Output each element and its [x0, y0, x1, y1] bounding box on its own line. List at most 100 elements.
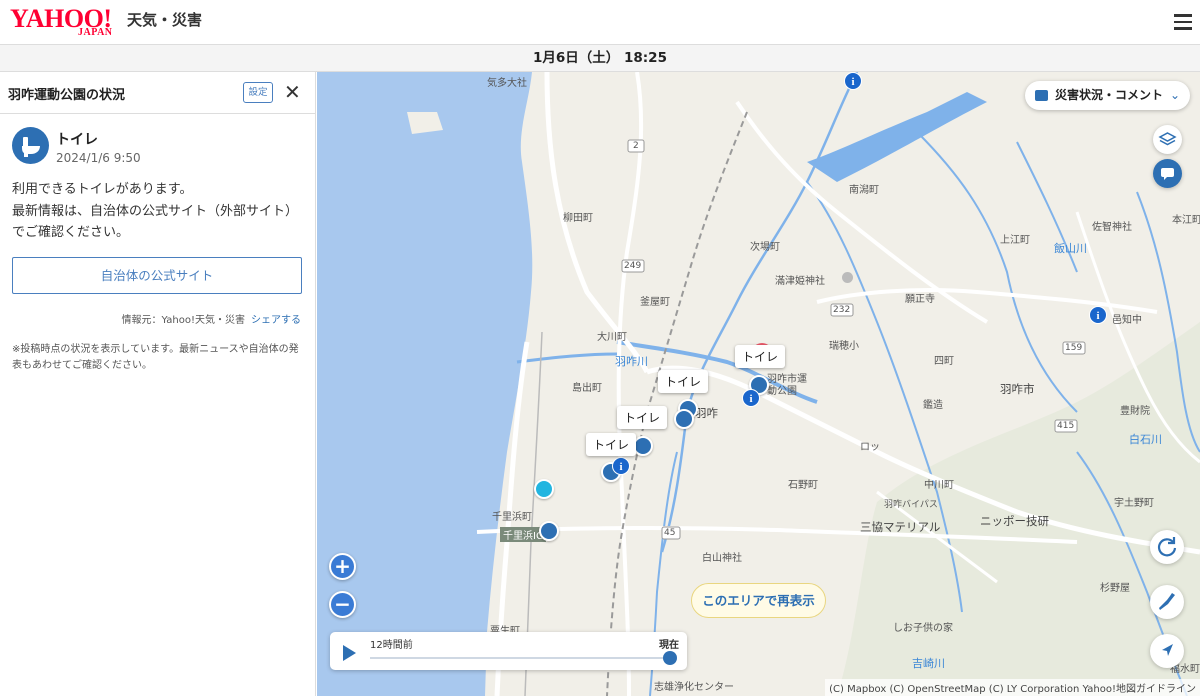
datetime-bar: 1月6日（土） 18:25 [0, 45, 1200, 72]
timeline-track[interactable] [370, 657, 670, 659]
label-ishino: 石野町 [788, 480, 818, 491]
facility-description: 利用できるトイレがあります。 最新情報は、自治体の公式サイト（外部サイト）でご確… [12, 179, 308, 244]
location-arrow-icon [1162, 644, 1173, 656]
toilet-pin[interactable] [539, 521, 559, 541]
label-motoe: 本江町 [1172, 215, 1200, 226]
reshow-area-button[interactable]: このエリアで再表示 [691, 583, 826, 618]
label-roku: ロッ [860, 442, 880, 453]
refresh-button[interactable] [1150, 530, 1184, 564]
label-kaiya: 鑑造 [923, 400, 943, 411]
label-kitaota: 気多大社 [487, 78, 527, 89]
layers-icon [1158, 132, 1177, 146]
close-icon[interactable]: ✕ [284, 80, 301, 104]
yahoo-logo-sub: JAPAN [78, 27, 113, 38]
label-sugino: 杉野屋 [1100, 583, 1130, 594]
play-icon[interactable] [339, 643, 359, 663]
disclaimer-note: ※投稿時点の状況を表示しています。最新ニュースや自治体の発表もあわせてご確認くだ… [12, 344, 299, 371]
label-uwano: 宇土野町 [1114, 498, 1154, 509]
label-shirai: 白石川 [1129, 433, 1162, 446]
route-2: 2 [633, 141, 639, 151]
refresh-icon [1157, 537, 1177, 557]
label-hakui-park: 羽咋市運動公園 [767, 374, 807, 397]
timeline-start-label: 12時間前 [370, 640, 413, 651]
info-icon[interactable]: i [612, 457, 630, 475]
settings-button[interactable]: 設定 [243, 82, 273, 103]
route-45: 45 [664, 528, 676, 538]
label-yoshizaki: 吉崎川 [912, 657, 945, 670]
comment-button[interactable] [1153, 159, 1182, 188]
label-kudo: 邑知中 [1112, 315, 1142, 326]
label-sankyo: 三協マテリアル [860, 520, 941, 534]
label-shirayama: 白山神社 [702, 553, 742, 564]
zoom-in-button[interactable]: + [329, 553, 356, 580]
route-415: 415 [1057, 421, 1075, 431]
current-location-button[interactable] [1150, 634, 1184, 668]
route-232: 232 [833, 305, 851, 315]
label-chiri: 千里浜町 [492, 512, 532, 523]
layers-button[interactable] [1153, 125, 1182, 154]
label-jiba: 次場町 [750, 242, 780, 253]
toilet-pin[interactable] [674, 409, 694, 429]
info-icon[interactable]: i [742, 389, 760, 407]
menu-icon[interactable] [1174, 14, 1192, 30]
comment-icon [1035, 90, 1048, 101]
label-ogawa: 大川町 [597, 332, 627, 343]
panel-title: 羽咋運動公園の状況 [8, 88, 126, 103]
japan-map-button[interactable] [1150, 585, 1184, 619]
label-toyo: 豊財院 [1120, 406, 1150, 417]
info-icon[interactable]: i [1089, 306, 1107, 324]
label-shiogo: しお子供の家 [893, 623, 953, 634]
timeline-slider[interactable]: 12時間前 現在 [330, 632, 687, 670]
label-mizuchi: 滿津姫神社 [775, 276, 825, 287]
label-nakagawa: 中川町 [924, 480, 954, 491]
toilet-tag[interactable]: トイレ [735, 345, 786, 368]
label-hakui: 羽咋 [695, 406, 718, 420]
label-kamaya: 釜屋町 [640, 297, 670, 308]
label-sagi: 佐智神社 [1092, 222, 1132, 233]
panel-header: 羽咋運動公園の状況 設定 ✕ [0, 72, 315, 114]
label-shimade: 島出町 [572, 383, 602, 394]
water-pin[interactable] [534, 479, 554, 499]
app-header: YAHOO! JAPAN 天気・災害 [0, 0, 1200, 45]
poi-dot [842, 272, 853, 283]
label-mizuho: 瑞穂小 [829, 341, 859, 352]
dropdown-label: 災害状況・コメント [1055, 88, 1164, 102]
chat-icon [1161, 168, 1174, 180]
zoom-out-button[interactable]: − [329, 591, 356, 618]
source-text: 情報元：Yahoo!天気・災害 [121, 315, 245, 326]
timeline-end-label: 現在 [659, 640, 679, 651]
desc-line-2: 最新情報は、自治体の公式サイト（外部サイト）でご確認ください。 [12, 203, 299, 241]
share-link[interactable]: シェアする [251, 315, 301, 326]
label-ganshoji: 願正寺 [905, 294, 935, 305]
label-hakui-city: 羽咋市 [1000, 382, 1035, 396]
label-hakui-river: 羽咋川 [615, 355, 648, 368]
toilet-tag[interactable]: トイレ [586, 433, 637, 456]
label-nippo: ニッポー技研 [980, 514, 1049, 528]
toilet-tag[interactable]: トイレ [617, 406, 668, 429]
facility-name: トイレ [56, 132, 98, 148]
service-name[interactable]: 天気・災害 [127, 9, 202, 30]
japan-icon [1159, 593, 1175, 610]
route-159: 159 [1065, 343, 1083, 353]
label-shiji: 志雄浄化センター [654, 682, 734, 693]
toilet-tag[interactable]: トイレ [658, 370, 709, 393]
official-site-button[interactable]: 自治体の公式サイト [12, 257, 302, 294]
info-icon[interactable]: i [844, 72, 862, 90]
disaster-status-dropdown[interactable]: 災害状況・コメント ⌄ [1025, 81, 1190, 110]
facility-date: 2024/1/6 9:50 [56, 151, 141, 165]
map-view[interactable]: 2 249 232 159 415 45 気多大社 柳田町 大川町 釜屋町 島出… [317, 72, 1200, 696]
info-source: 情報元：Yahoo!天気・災害 シェアする [122, 311, 301, 326]
desc-line-1: 利用できるトイレがあります。 [12, 182, 193, 197]
map-copyright: (C) Mapbox (C) OpenStreetMap (C) LY Corp… [825, 679, 1200, 696]
label-kamie: 上江町 [1000, 235, 1030, 246]
toilet-icon [12, 127, 49, 164]
timeline-knob[interactable] [663, 651, 677, 665]
label-shijo: 四町 [934, 356, 954, 367]
chevron-down-icon: ⌄ [1169, 88, 1180, 102]
label-minamigata: 南潟町 [849, 185, 879, 196]
label-iiyama: 飯山川 [1054, 242, 1087, 255]
label-yanagida: 柳田町 [563, 213, 593, 224]
facility-panel: 羽咋運動公園の状況 設定 ✕ トイレ 2024/1/6 9:50 利用できるトイ… [0, 72, 316, 696]
route-249: 249 [624, 261, 642, 271]
label-hakui-bypass: 羽咋バイパス [884, 500, 938, 510]
